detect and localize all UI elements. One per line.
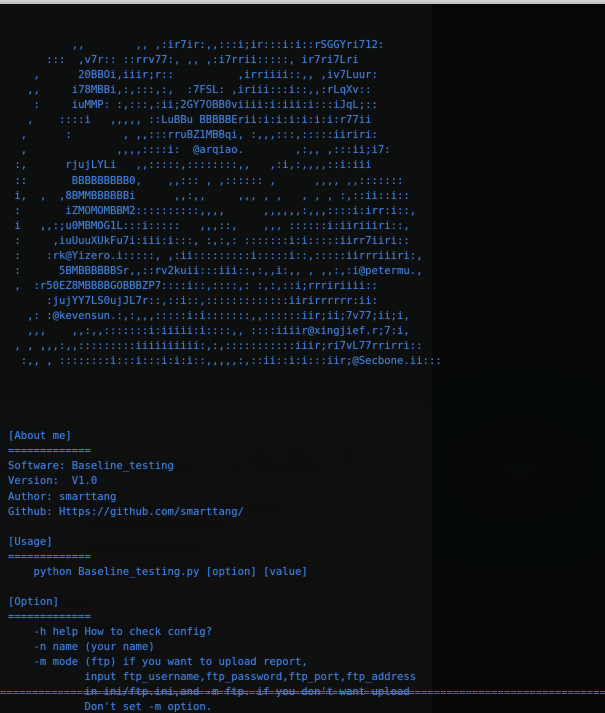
section-line: Github: Https://github.com/smarttang/ — [8, 505, 244, 518]
ascii-art-line: , ::::i ,,,,, ::LuBBu BBBBBErii:i:i:i:i:… — [8, 114, 372, 127]
ascii-art-line: : iZMOMOMBBM2::::::::::,,,, ,,,,,,:,,,::… — [8, 204, 417, 217]
help-text-body: [About me] ============= Software: Baselin… — [8, 399, 605, 713]
ascii-art-line: , ,,,,::::i: @arqiao. ,:,, ,:::ii;i7: — [8, 144, 391, 157]
ascii-art-line: , :r50EZ8MBBBBGOBBBZP7::::i::,::::,: :,:… — [8, 279, 378, 292]
section-heading: [About me] — [8, 430, 72, 443]
section-line: -n name (your name) — [8, 640, 155, 653]
terminal-output: ,, ,, ,:ir7ir:,,:::i;ir:::i:i::rSGGYri71… — [0, 4, 605, 713]
ascii-art-line: :jujYY7LS0ujJL7r::,::i::,:::::::::::::ii… — [8, 294, 378, 307]
section-rule: ============= — [8, 445, 91, 458]
ascii-art-line: ,: :@kevensun.:,:,,,:::::i:i:::::::,,:::… — [8, 309, 410, 322]
section-heading: [Usage] — [8, 535, 53, 548]
section-line: input ftp_username,ftp_password,ftp_port… — [8, 671, 417, 684]
section-heading: [Option] — [8, 595, 60, 608]
ascii-art-line: , , ,,,:,,:::::::::iiiiiiiiii:,:,:::::::… — [8, 340, 423, 353]
ascii-art-line: , 20BBOi,iiir;r:: ,irriiii::,, ,iv7Luur: — [8, 69, 378, 82]
ascii-art-line: :,, , ::::::::i:::i:::i:i:i::,,,,,:,::ii… — [8, 355, 442, 368]
section-line: Version: V1.0 — [8, 475, 98, 488]
section-rule: ============= — [8, 610, 91, 623]
ascii-art-line: i ,,:;u0MBMOG1L:::i::::: ,,,::, ,,, ::::… — [8, 219, 410, 232]
bottom-separator-rule: ========================================… — [0, 687, 605, 699]
section-line: -h help How to check config? — [8, 625, 213, 638]
section-line: Don't set -m option. — [8, 701, 213, 713]
ascii-art-line: : :rk@Yizero.i:::::, ,:ii:::::::::i:::::… — [8, 249, 423, 262]
terminal-content-area[interactable]: ,, ,, ,:ir7ir:,,:::i;ir:::i:i::rSGGYri71… — [0, 4, 605, 713]
ascii-art-line: : 5BMBBBBBBSr,,::rv2kuii:::iii::,:,,i:,,… — [8, 264, 423, 277]
ascii-art-line: ::: ,v7r:: ::rrv77:, ,, ,:i7rrii:::::, i… — [8, 54, 359, 67]
section-line: Author: smarttang — [8, 490, 117, 503]
ascii-art-line: ,,, ,,:,,:::::::i:iiiii:i::::,, ::::iiii… — [8, 324, 410, 337]
section-line: Software: Baseline_testing — [8, 460, 174, 473]
ascii-art-line: :, rjujLYLi ,,:::::,::::::::,, ,:i,:,,,,… — [8, 159, 372, 172]
ascii-art-line: , : , ,,:::rruBZ1MBBqi, :,,,:::,:::::iir… — [8, 129, 378, 142]
ascii-art-line: : iuMMP: :,:::,:ii;2GY7OBB0viiii:i:iii:i… — [8, 99, 378, 112]
section-rule: ============= — [8, 550, 91, 563]
terminal-window[interactable]: ,, ,, ,:ir7ir:,,:::i;ir:::i:i::rSGGYri71… — [0, 0, 605, 713]
ascii-art-banner: ,, ,, ,:ir7ir:,,:::i;ir:::i:i::rSGGYri71… — [8, 38, 605, 369]
section-line: python Baseline_testing.py [option] [val… — [8, 565, 308, 578]
section-line: -m mode (ftp) if you want to upload repo… — [8, 656, 308, 669]
ascii-art-line: : ,iuUuuXUkFu7i:iii:i:::, :,:,: :::::::i… — [8, 234, 410, 247]
ascii-art-line: ,, ,, ,:ir7ir:,,:::i;ir:::i:i::rSGGYri71… — [8, 39, 385, 52]
ascii-art-line: :: BBBBBBBBB0, ,,::: , ,:::::: , ,,,, ,,… — [8, 174, 404, 187]
ascii-art-line: ,, i78MBBi,:,:::,:, :7FSL: ,iriii:::i::,… — [8, 84, 372, 97]
ascii-art-line: i, , ,8BMMBBBBBBi ,,:,, ,,, , , , , , :,… — [8, 189, 410, 202]
